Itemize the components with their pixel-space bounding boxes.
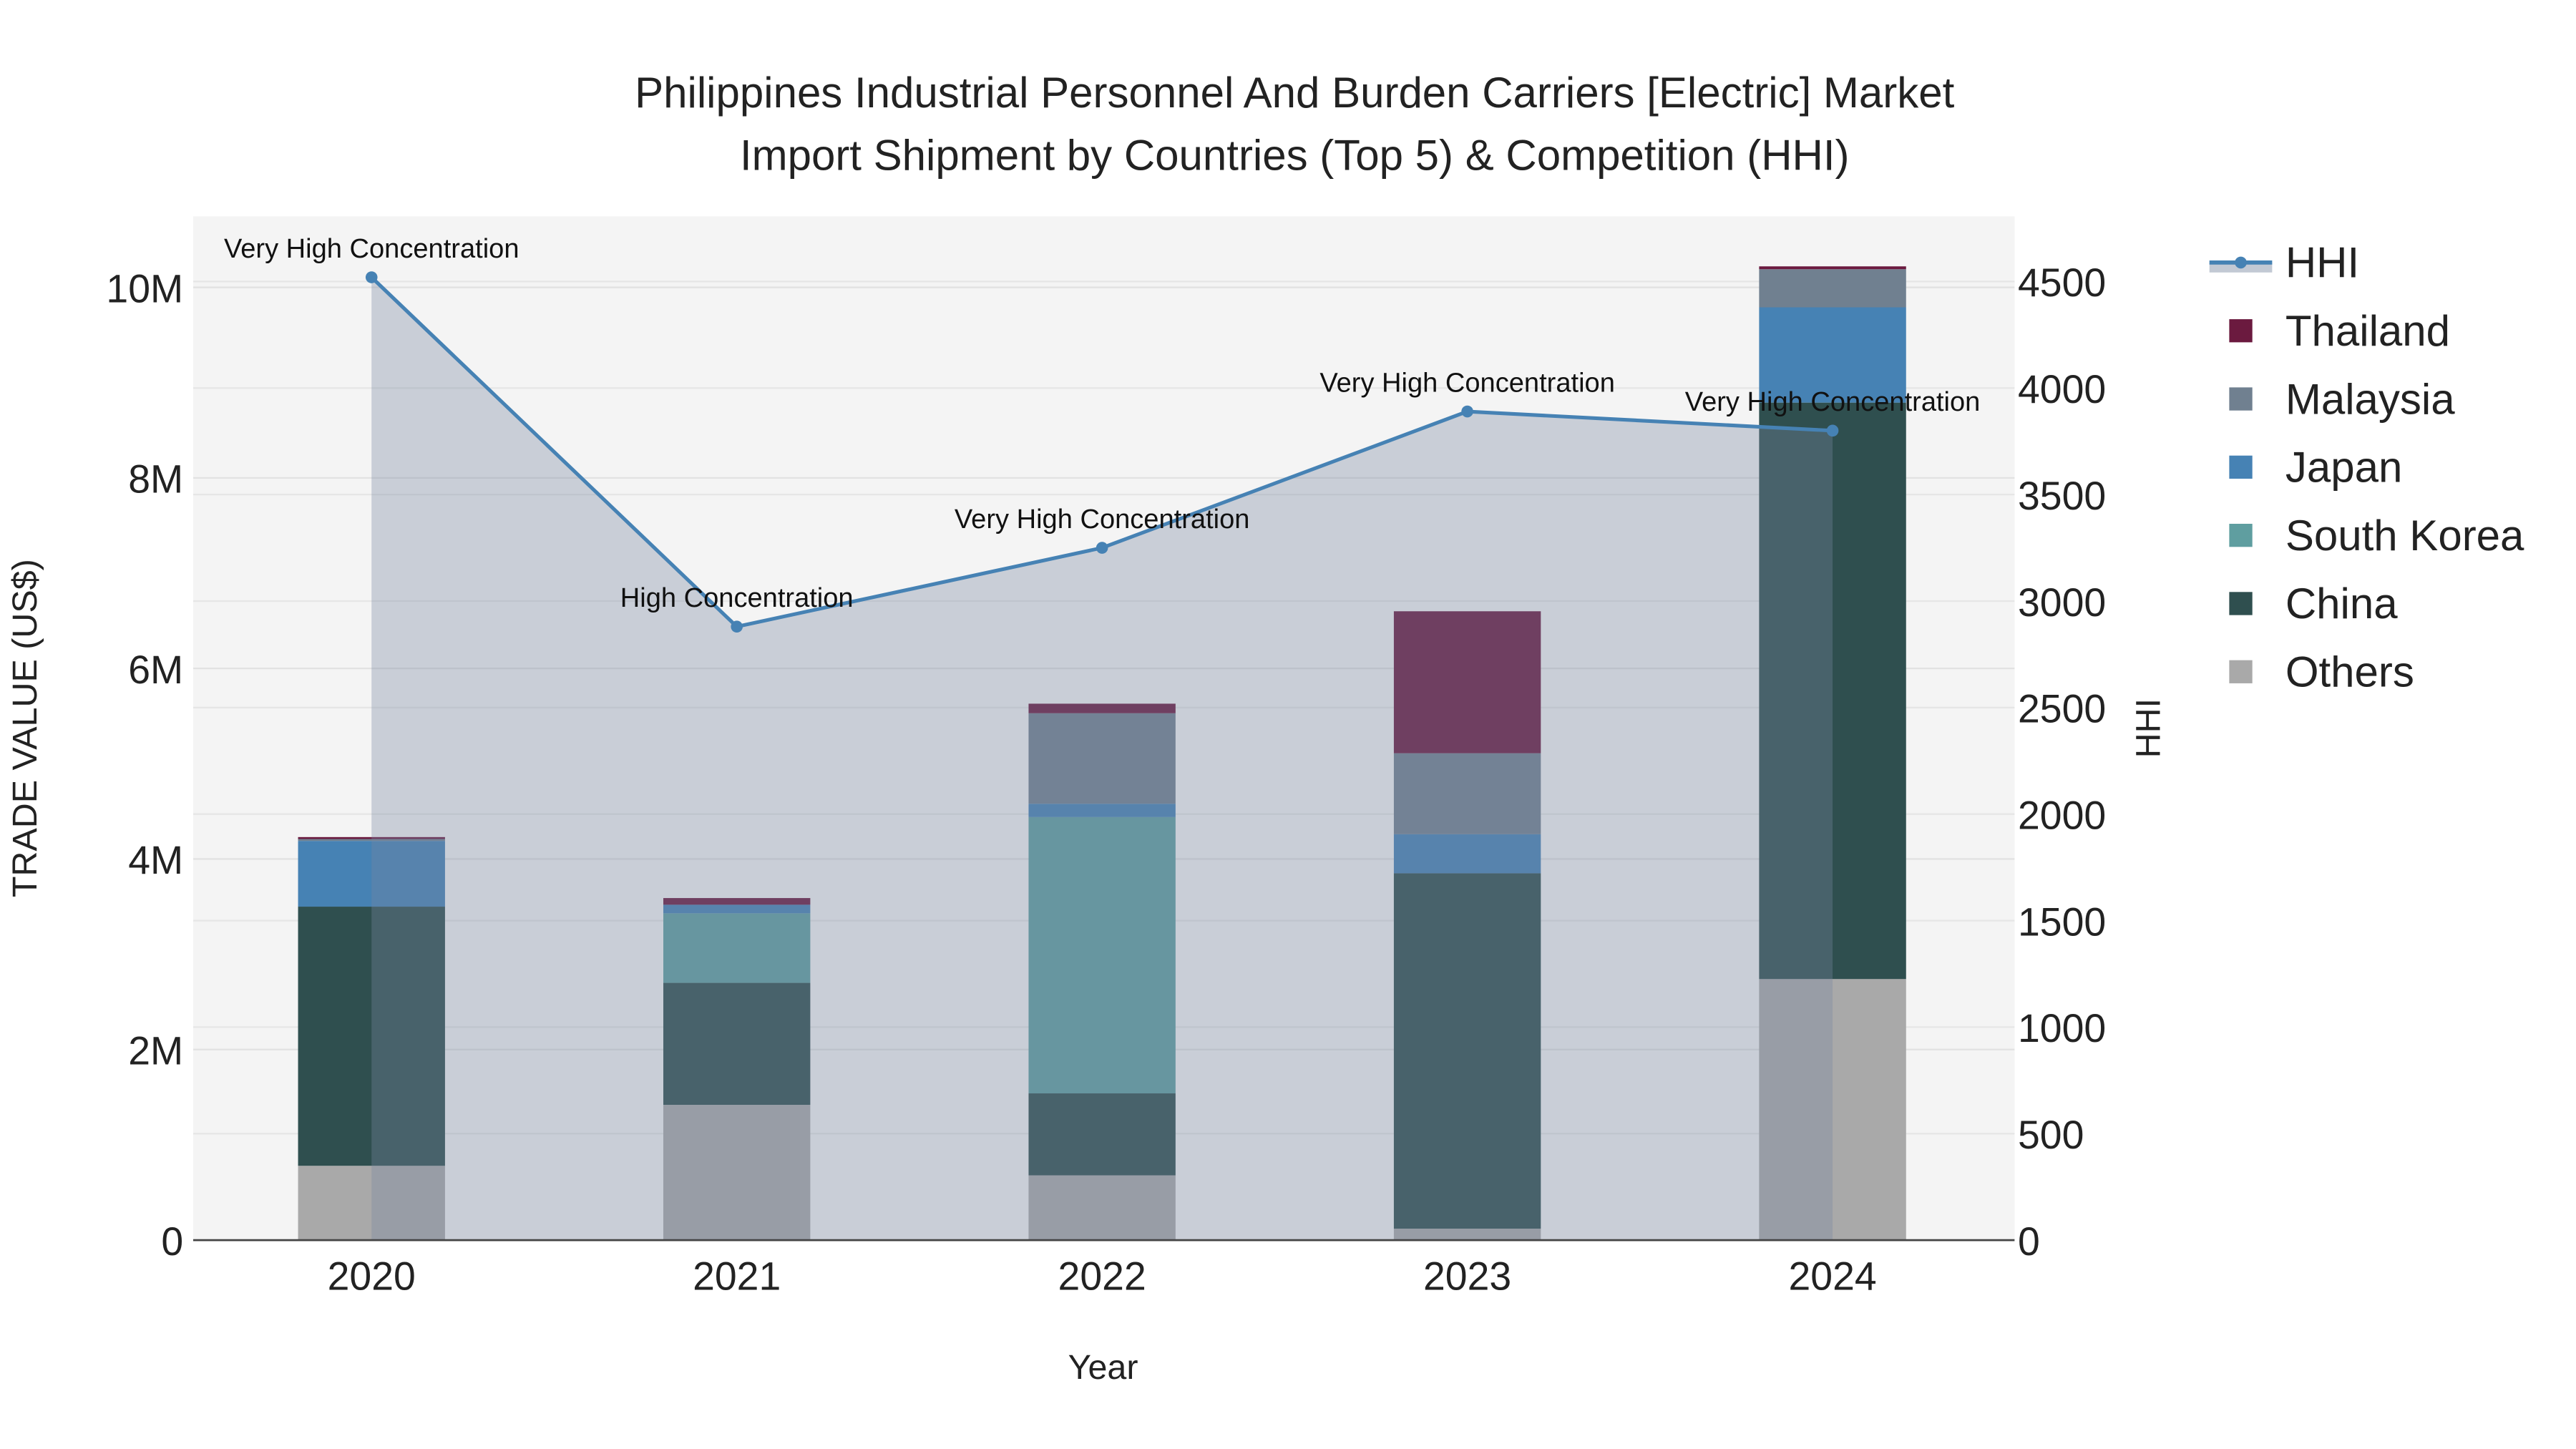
- x-tick-label: 2022: [1058, 1254, 1146, 1298]
- y2-axis-title: HHI: [2129, 698, 2167, 758]
- legend-label-hhi: HHI: [2285, 239, 2359, 287]
- hhi-point-2023: [1461, 405, 1473, 418]
- hhi-point-2021: [731, 620, 743, 633]
- x-axis-ticks: 2020 2021 2022 2023 2024: [328, 1254, 1877, 1298]
- legend-label-others: Others: [2285, 648, 2414, 696]
- bar-malaysia-2024: [1759, 269, 1906, 308]
- x-axis-title: Year: [1068, 1348, 1138, 1387]
- y2-tick-label: 2000: [2018, 793, 2106, 837]
- chart: Very High Concentration High Concentratio…: [6, 69, 2524, 1387]
- y2-tick-label: 4000: [2018, 367, 2106, 411]
- legend-swatch-japan: [2229, 455, 2253, 479]
- x-tick-label: 2020: [328, 1254, 416, 1298]
- hhi-annotation: High Concentration: [620, 583, 854, 613]
- y-axis-title: TRADE VALUE (US$): [6, 559, 44, 897]
- y-tick-label: 6M: [128, 648, 183, 692]
- y-axis-ticks: 0 2M 4M 6M 8M 10M: [106, 266, 183, 1264]
- y2-axis-ticks: 0 500 1000 1500 2000 2500 3000 3500 4000 4500: [2018, 260, 2106, 1264]
- legend-label-china: China: [2285, 580, 2398, 628]
- x-tick-label: 2021: [693, 1254, 781, 1298]
- legend-swatch-malaysia: [2229, 387, 2253, 411]
- legend-swatch-south-korea: [2229, 524, 2253, 547]
- legend-label-thailand: Thailand: [2285, 307, 2450, 355]
- x-tick-label: 2024: [1788, 1254, 1876, 1298]
- y2-tick-label: 3000: [2018, 580, 2106, 625]
- y2-tick-label: 0: [2018, 1219, 2040, 1264]
- hhi-annotation: Very High Concentration: [1685, 387, 1981, 417]
- y-tick-label: 10M: [106, 266, 183, 311]
- chart-title: Philippines Industrial Personnel And Bur…: [635, 69, 1955, 117]
- legend-swatch-thailand: [2229, 319, 2253, 343]
- y-tick-label: 4M: [128, 838, 183, 882]
- y-tick-label: 0: [161, 1219, 183, 1264]
- y-tick-label: 8M: [128, 457, 183, 502]
- y2-tick-label: 1000: [2018, 1006, 2106, 1050]
- hhi-annotation: Very High Concentration: [224, 234, 519, 264]
- hhi-annotation: Very High Concentration: [1319, 368, 1615, 398]
- legend: HHI Thailand Malaysia Japan South Korea China…: [2209, 239, 2524, 696]
- hhi-point-2024: [1826, 424, 1839, 437]
- chart-subtitle: Import Shipment by Countries (Top 5) & C…: [740, 132, 1850, 180]
- y2-tick-label: 4500: [2018, 260, 2106, 305]
- y-tick-label: 2M: [128, 1029, 183, 1073]
- legend-label-south-korea: South Korea: [2285, 512, 2524, 560]
- y2-tick-label: 3500: [2018, 474, 2106, 518]
- hhi-annotation: Very High Concentration: [955, 504, 1250, 535]
- x-tick-label: 2023: [1423, 1254, 1511, 1298]
- hhi-point-2020: [365, 271, 378, 283]
- legend-label-malaysia: Malaysia: [2285, 375, 2455, 423]
- legend-swatch-china: [2229, 592, 2253, 615]
- bar-thailand-2024: [1759, 266, 1906, 270]
- y2-tick-label: 500: [2018, 1113, 2084, 1157]
- y2-tick-label: 2500: [2018, 687, 2106, 731]
- legend-swatch-hhi-marker: [2235, 256, 2247, 269]
- legend-label-japan: Japan: [2285, 444, 2402, 492]
- y2-tick-label: 1500: [2018, 899, 2106, 944]
- legend-swatch-others: [2229, 660, 2253, 683]
- hhi-point-2022: [1096, 542, 1108, 554]
